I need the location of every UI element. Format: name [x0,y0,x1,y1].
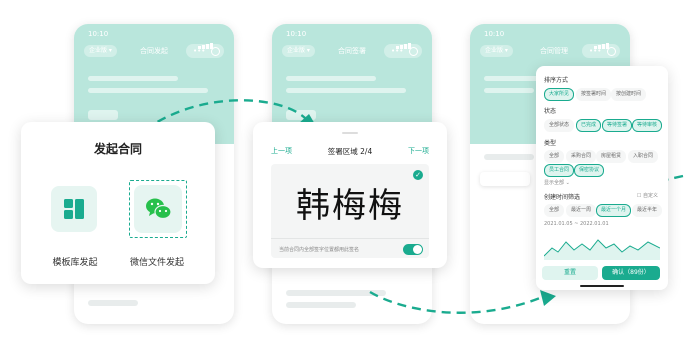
page-title: 合同管理 [540,47,568,55]
placeholder-card [480,172,530,186]
sort-chip[interactable]: 按创建时间 [611,88,647,101]
sort-chip[interactable]: 按签署时间 [576,88,612,101]
status-time: 10:10 [88,30,109,38]
status-chip[interactable]: 等待签署 [602,119,633,132]
next-button[interactable]: 下一项 [408,146,429,156]
placeholder-line [484,154,534,160]
time-chip[interactable]: 最近半年 [632,204,663,217]
initiate-card: 发起合同 模板库发起 微信文件发起 [21,122,215,284]
custom-switch[interactable]: ☐ 自定义 [637,192,658,199]
placeholder-line [286,88,406,93]
home-indicator [580,285,624,287]
placeholder-line [88,300,138,306]
sign-card: 上一项 签署区域 2/4 下一项 韩梅梅 ✓ 当前合同内全部签字位置都用此签名 [253,122,447,268]
company-switch[interactable]: 企业版 ▾ [84,45,117,57]
nav-bar: 企业版 ▾ 合同签署 ••• [282,44,422,60]
company-switch[interactable]: 企业版 ▾ [282,45,315,57]
placeholder-line [484,76,544,81]
page-title: 合同发起 [140,47,168,55]
time-chip[interactable]: 最近一周 [566,204,597,217]
placeholder-block [286,110,316,120]
drag-handle[interactable] [342,132,358,134]
placeholder-line [286,290,386,296]
reset-button[interactable]: 重置 [542,266,598,280]
time-range-sparkline[interactable] [544,230,660,260]
wechat-option-label: 微信文件发起 [129,258,184,268]
check-icon: ✓ [413,170,423,180]
time-chip[interactable]: 全部 [544,204,565,217]
company-switch[interactable]: 企业版 ▾ [480,45,513,57]
page-title: 合同签署 [338,47,366,55]
status-time: 10:10 [286,30,307,38]
placeholder-line [286,302,356,308]
type-chip[interactable]: 员工合同 [544,164,575,177]
date-range: 2021.01.05 ~ 2022.01.01 [544,221,609,227]
type-chip[interactable]: 全部 [544,150,565,163]
nav-bar: 企业版 ▾ 合同管理 ••• [480,44,620,60]
template-grid-icon [64,199,84,219]
placeholder-line [88,88,208,93]
type-chip[interactable]: 入职合同 [628,150,659,163]
type-chip[interactable]: 房屋租赁 [596,150,627,163]
divider [271,238,429,239]
type-chip[interactable]: 保密协议 [574,164,605,177]
signature-pad[interactable]: 韩梅梅 ✓ 当前合同内全部签字位置都用此签名 [271,164,429,258]
show-all-link[interactable]: 显示全部 ⌄ [544,179,570,186]
template-option[interactable] [51,186,97,232]
filter-panel: 排序方式 大家所见 按签署时间 按创建时间 状态 全部状态 已完成 等待签署 等… [536,66,668,290]
placeholder-line [286,76,376,81]
confirm-button[interactable]: 确认（89份） [602,266,660,280]
placeholder-block [88,110,118,120]
status-label: 状态 [544,108,557,115]
status-chip[interactable]: 全部状态 [544,119,575,132]
status-time: 10:10 [484,30,505,38]
signal-icon [198,30,220,49]
placeholder-line [88,76,178,81]
signal-icon [396,30,418,49]
placeholder-line [484,88,534,93]
sort-chip[interactable]: 大家所见 [544,88,575,101]
time-label: 创建时间筛选 [544,194,581,201]
status-chip[interactable]: 等待审核 [632,119,663,132]
wechat-icon [146,198,172,220]
sort-label: 排序方式 [544,77,569,84]
apply-all-toggle[interactable] [403,244,423,255]
type-chip[interactable]: 采购合同 [566,150,597,163]
apply-all-label: 当前合同内全部签字位置都用此签名 [279,247,360,253]
capsule-buttons[interactable]: ••• [384,44,422,58]
time-chip[interactable]: 最近一个月 [596,204,632,217]
nav-bar: 企业版 ▾ 合同发起 ••• [84,44,224,60]
wechat-option[interactable] [129,180,187,238]
signal-icon [594,30,616,49]
initiate-title: 发起合同 [93,142,142,156]
template-option-label: 模板库发起 [52,258,98,268]
capsule-buttons[interactable]: ••• [186,44,224,58]
status-chip[interactable]: 已完成 [576,119,602,132]
capsule-buttons[interactable]: ••• [582,44,620,58]
type-label: 类型 [544,140,557,147]
signature-text: 韩梅梅 [296,186,404,226]
